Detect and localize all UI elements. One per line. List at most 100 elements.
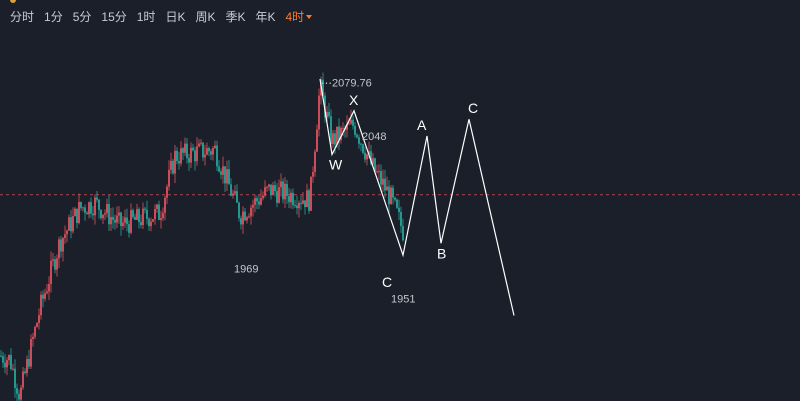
price-label-1951: 1951 (391, 294, 415, 306)
candle-body (90, 202, 92, 214)
candle-body (178, 161, 180, 164)
candle-body (242, 211, 244, 225)
candle-body (4, 362, 6, 368)
wave-label-w: W (329, 156, 343, 172)
candle-body (382, 178, 384, 185)
candle-body (210, 151, 212, 155)
logo-icon (10, 0, 16, 3)
candle-body (28, 359, 30, 367)
tab-weekly-k[interactable]: 周K (195, 8, 215, 25)
candle-body (46, 291, 48, 294)
candle-body (36, 322, 38, 327)
candle-body (94, 197, 96, 216)
candle-body (206, 148, 208, 155)
candle-body (364, 152, 366, 160)
candle-body (390, 187, 392, 205)
candle-body (282, 181, 284, 200)
tab-4hour[interactable]: 4时 (286, 8, 313, 25)
candle-body (142, 208, 144, 225)
candle-body (314, 151, 316, 172)
candle-body (152, 219, 154, 222)
candle-body (220, 171, 222, 175)
candle-body (2, 356, 4, 363)
candle-body (396, 199, 398, 208)
candle-body (44, 293, 46, 299)
tab-15min[interactable]: 15分 (101, 8, 126, 25)
candle-body (118, 212, 120, 216)
candle-body (98, 199, 100, 210)
candle-body (106, 204, 108, 214)
candle-body (252, 204, 254, 208)
candle-body (312, 171, 314, 177)
candle-body (332, 133, 334, 145)
candle-body (218, 166, 220, 172)
candle-body (388, 186, 390, 205)
wave-projection-line (319, 78, 515, 316)
candle-body (100, 209, 102, 219)
candle-body (232, 193, 234, 196)
candle-body (244, 211, 246, 221)
candle-body (6, 360, 8, 368)
candle-body (26, 359, 28, 374)
candle-body (214, 145, 216, 149)
candle-body (202, 142, 204, 158)
candle-body (80, 202, 82, 208)
candle-body (262, 195, 264, 199)
candle-body (156, 204, 158, 209)
candle-body (72, 216, 74, 232)
candle-body (362, 144, 364, 153)
candle-body (130, 210, 132, 233)
candle-body (194, 150, 196, 162)
candle-body (30, 338, 32, 367)
wave-label-x: X (349, 92, 359, 108)
candle-body (310, 176, 312, 211)
candle-body (288, 195, 290, 203)
candle-body (110, 217, 112, 225)
candle-body (120, 212, 122, 226)
candle-body (70, 217, 72, 232)
candle-body (204, 154, 206, 158)
candle-body (76, 208, 78, 223)
candle-body (276, 190, 278, 203)
candle-body (38, 315, 40, 323)
candle-body (148, 218, 150, 227)
price-label-1969: 1969 (234, 263, 258, 275)
candle-body (86, 212, 88, 215)
candle-body (238, 202, 240, 219)
candle-body (274, 185, 276, 191)
candle-body (294, 205, 296, 207)
candle-body (192, 147, 194, 151)
candle-body (358, 137, 360, 144)
tab-quarterly-k[interactable]: 季K (225, 8, 245, 25)
candle-body (398, 207, 400, 212)
candle-body (10, 355, 12, 369)
tab-1min[interactable]: 1分 (44, 8, 63, 25)
tab-timeshare[interactable]: 分时 (10, 8, 34, 25)
tab-5min[interactable]: 5分 (73, 8, 92, 25)
candle-body (216, 145, 218, 167)
candle-body (356, 134, 358, 138)
candle-body (196, 146, 198, 162)
tab-yearly-k[interactable]: 年K (255, 8, 275, 25)
candle-body (138, 209, 140, 222)
candle-body (280, 181, 282, 188)
candle-body (260, 198, 262, 205)
candle-body (208, 148, 210, 152)
candlestick-chart[interactable]: ⋯2079.76 2048 1969 1951 W X C A B C (0, 32, 800, 401)
candle-body (198, 143, 200, 147)
candle-body (158, 204, 160, 220)
candle-body (160, 218, 162, 220)
candle-body (272, 185, 274, 195)
tab-daily-k[interactable]: 日K (165, 8, 185, 25)
tab-1hour[interactable]: 1时 (137, 8, 156, 25)
candle-body (226, 169, 228, 184)
candle-body (66, 230, 68, 235)
candle-body (146, 209, 148, 219)
candle-body (360, 143, 362, 145)
candle-body (58, 239, 60, 259)
candle-body (222, 166, 224, 175)
candle-body (184, 143, 186, 153)
candle-body (62, 238, 64, 252)
candle-body (248, 216, 250, 218)
candle-body (144, 208, 146, 210)
